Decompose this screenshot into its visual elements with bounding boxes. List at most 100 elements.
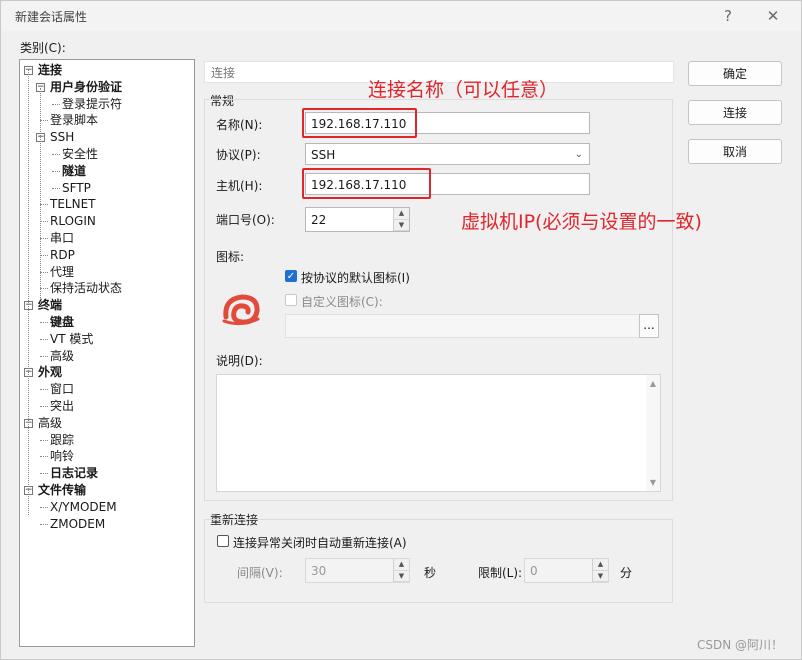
auto-reconnect-label: 连接异常关闭时自动重新连接(A) (233, 536, 407, 550)
protocol-label: 协议(P): (216, 148, 261, 162)
tree-item[interactable]: ZMODEM (50, 516, 105, 532)
tree-item[interactable]: 跟踪 (50, 432, 74, 448)
tree-item[interactable]: 连接 (38, 62, 62, 78)
port-label: 端口号(O): (216, 213, 275, 227)
description-textarea[interactable]: ▲ ▼ (216, 374, 661, 492)
tree-item[interactable]: RDP (50, 247, 75, 263)
name-highlight-box (302, 108, 417, 138)
tree-connector (40, 439, 48, 441)
tree-connector (40, 204, 48, 206)
tree-connector (40, 254, 48, 256)
limit-unit: 分 (620, 566, 633, 580)
protocol-select[interactable]: SSH ⌄ (305, 143, 590, 165)
spin-up-icon[interactable]: ▲ (593, 559, 608, 571)
spiral-shell-icon (222, 294, 260, 326)
tree-item[interactable]: 窗口 (50, 381, 74, 397)
window-title: 新建会话属性 (15, 10, 88, 24)
title-bar: 新建会话属性 ? ✕ (1, 1, 801, 31)
tree-item[interactable]: 突出 (50, 398, 74, 414)
tree-connector (52, 187, 60, 189)
tree-connector (40, 288, 48, 290)
description-label: 说明(D): (216, 354, 263, 368)
scroll-down-icon[interactable]: ▼ (646, 478, 660, 487)
protocol-value: SSH (311, 148, 336, 162)
tree-connector (40, 221, 48, 223)
category-label: 类别(C): (20, 41, 66, 55)
tree-connector (40, 238, 48, 239)
tree-item[interactable]: 串口 (50, 230, 74, 246)
limit-value: 0 (530, 564, 538, 578)
tree-item[interactable]: SFTP (62, 180, 91, 196)
tree-item[interactable]: 终端 (38, 297, 62, 313)
limit-spinner[interactable]: ▲ ▼ (592, 559, 608, 582)
default-icon-label: 按协议的默认图标(I) (301, 271, 410, 285)
host-highlight-box (302, 168, 431, 199)
tree-item[interactable]: 用户身份验证 (50, 79, 122, 95)
close-icon[interactable]: ✕ (762, 6, 784, 26)
tree-connector (40, 523, 48, 525)
tree-connector (40, 506, 48, 508)
interval-field[interactable]: 30 ▲ ▼ (305, 558, 410, 583)
tree-connector (52, 170, 60, 172)
category-tree[interactable]: − 连接 − 用户身份验证 登录提示符 登录脚本 − SSH 安全性 隧道 SFTP TELNET RL… (19, 59, 195, 647)
tree-item[interactable]: 文件传输 (38, 482, 86, 498)
tree-connector (52, 154, 60, 155)
tree-item[interactable]: 键盘 (50, 314, 74, 330)
spin-down-icon[interactable]: ▼ (593, 571, 608, 582)
spin-up-icon[interactable]: ▲ (394, 559, 409, 571)
limit-field[interactable]: 0 ▲ ▼ (524, 558, 609, 583)
custom-icon-label: 自定义图标(C): (301, 295, 383, 309)
host-label: 主机(H): (216, 179, 263, 193)
tree-item[interactable]: 登录提示符 (62, 96, 122, 112)
spin-down-icon[interactable]: ▼ (394, 220, 409, 231)
browse-button[interactable]: ... (639, 314, 659, 338)
port-field[interactable]: 22 ▲ ▼ (305, 207, 410, 232)
ok-button[interactable]: 确定 (688, 61, 782, 86)
tree-connector (40, 389, 48, 391)
interval-spinner[interactable]: ▲ ▼ (393, 559, 409, 582)
spin-down-icon[interactable]: ▼ (394, 571, 409, 582)
tree-item[interactable]: 外观 (38, 364, 62, 380)
custom-icon-path[interactable]: ... (285, 314, 659, 338)
scrollbar[interactable]: ▲ ▼ (646, 375, 660, 491)
tree-item[interactable]: 代理 (50, 264, 74, 280)
cancel-button[interactable]: 取消 (688, 139, 782, 164)
tree-item[interactable]: RLOGIN (50, 213, 96, 229)
name-label: 名称(N): (216, 118, 263, 132)
tree-item[interactable]: 安全性 (62, 146, 98, 162)
name-annotation: 连接名称（可以任意） (368, 79, 559, 101)
host-annotation: 虚拟机IP(必须与设置的一致) (461, 211, 702, 233)
tree-connector (52, 103, 60, 105)
tree-connector (40, 406, 48, 407)
custom-icon-checkbox[interactable] (285, 294, 297, 306)
port-spinner[interactable]: ▲ ▼ (393, 208, 409, 231)
spin-up-icon[interactable]: ▲ (394, 208, 409, 220)
tree-connector (40, 473, 48, 475)
tree-item[interactable]: TELNET (50, 196, 96, 212)
tree-connector (40, 271, 48, 273)
scroll-up-icon[interactable]: ▲ (646, 379, 660, 388)
tree-item[interactable]: 登录脚本 (50, 112, 98, 128)
tree-connector (40, 120, 48, 122)
help-icon[interactable]: ? (717, 6, 739, 26)
tree-item[interactable]: 日志记录 (50, 465, 98, 481)
tree-item[interactable]: SSH (50, 129, 74, 145)
limit-label: 限制(L): (478, 566, 523, 580)
tree-item[interactable]: X/YMODEM (50, 499, 117, 515)
icon-label: 图标: (216, 250, 245, 264)
default-icon-checkbox[interactable]: ✓ (285, 270, 297, 282)
tree-connector (40, 456, 48, 458)
tree-item[interactable]: 保持活动状态 (50, 280, 122, 296)
chevron-down-icon: ⌄ (574, 149, 583, 160)
tree-item[interactable]: 高级 (38, 415, 62, 431)
tree-connector (40, 355, 48, 357)
connect-button[interactable]: 连接 (688, 100, 782, 125)
tree-item[interactable]: VT 模式 (50, 331, 93, 347)
interval-unit: 秒 (424, 566, 437, 580)
port-value: 22 (311, 213, 327, 227)
dialog-window: 新建会话属性 ? ✕ 类别(C): − 连接 − 用户身份验证 登录提示符 登录脚本 − SS… (0, 0, 802, 660)
tree-item[interactable]: 隧道 (62, 163, 86, 179)
tree-item[interactable]: 高级 (50, 348, 74, 364)
tree-item[interactable]: 响铃 (50, 448, 74, 464)
auto-reconnect-checkbox[interactable] (217, 535, 229, 547)
